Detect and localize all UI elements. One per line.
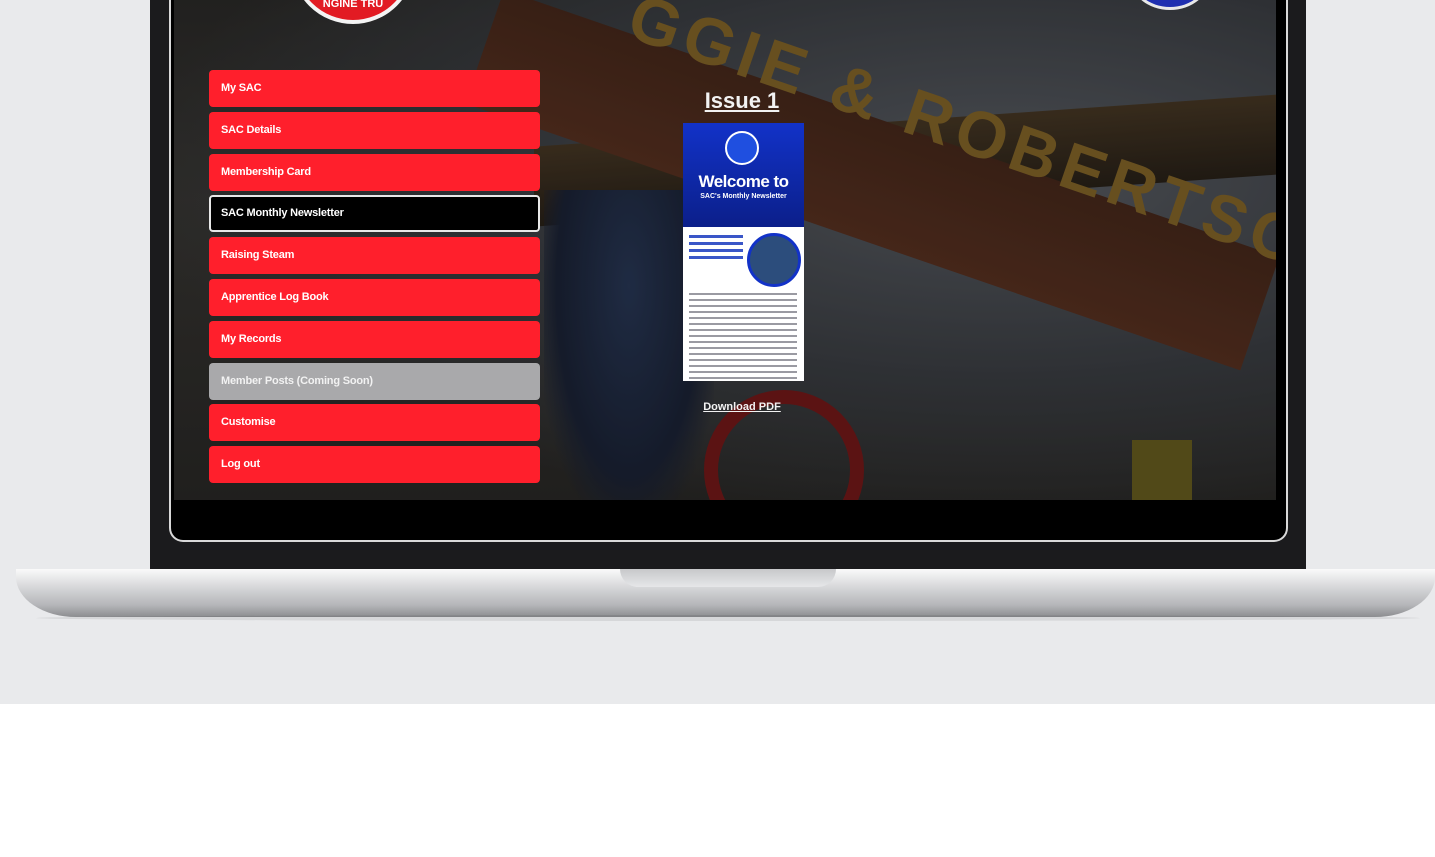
menu-item-my-records[interactable]: My Records (209, 320, 540, 358)
member-menu: My SAC SAC Details Membership Card SAC M… (209, 70, 540, 488)
menu-item-sac-details[interactable]: SAC Details (209, 111, 540, 149)
logo-text: NGINE TRU (322, 0, 384, 10)
background-photo: GGIE & ROBERTSON NGINE TRU My SAC SAC De… (174, 0, 1276, 500)
laptop-screen: GGIE & ROBERTSON NGINE TRU My SAC SAC De… (169, 0, 1288, 542)
thumbnail-title: Welcome to (698, 172, 789, 191)
menu-item-log-out[interactable]: Log out (209, 446, 540, 484)
newsletter-badge-icon (725, 131, 759, 165)
laptop-notch (620, 569, 836, 587)
menu-item-my-sac[interactable]: My SAC (209, 70, 540, 107)
issue-title: Issue 1 (704, 88, 780, 113)
menu-item-sac-monthly-newsletter[interactable]: SAC Monthly Newsletter (209, 195, 540, 233)
menu-item-member-posts: Member Posts (Coming Soon) (209, 362, 540, 400)
menu-item-apprentice-log-book[interactable]: Apprentice Log Book (209, 278, 540, 316)
menu-item-membership-card[interactable]: Membership Card (209, 153, 540, 191)
newsletter-photo (747, 233, 801, 287)
menu-item-raising-steam[interactable]: Raising Steam (209, 237, 540, 275)
newsletter-thumbnail[interactable]: Welcome to SAC's Monthly Newsletter (683, 123, 804, 381)
thumbnail-subtitle: SAC's Monthly Newsletter (700, 193, 787, 200)
download-pdf-link[interactable]: Download PDF (672, 401, 812, 413)
menu-item-customise[interactable]: Customise (209, 404, 540, 442)
